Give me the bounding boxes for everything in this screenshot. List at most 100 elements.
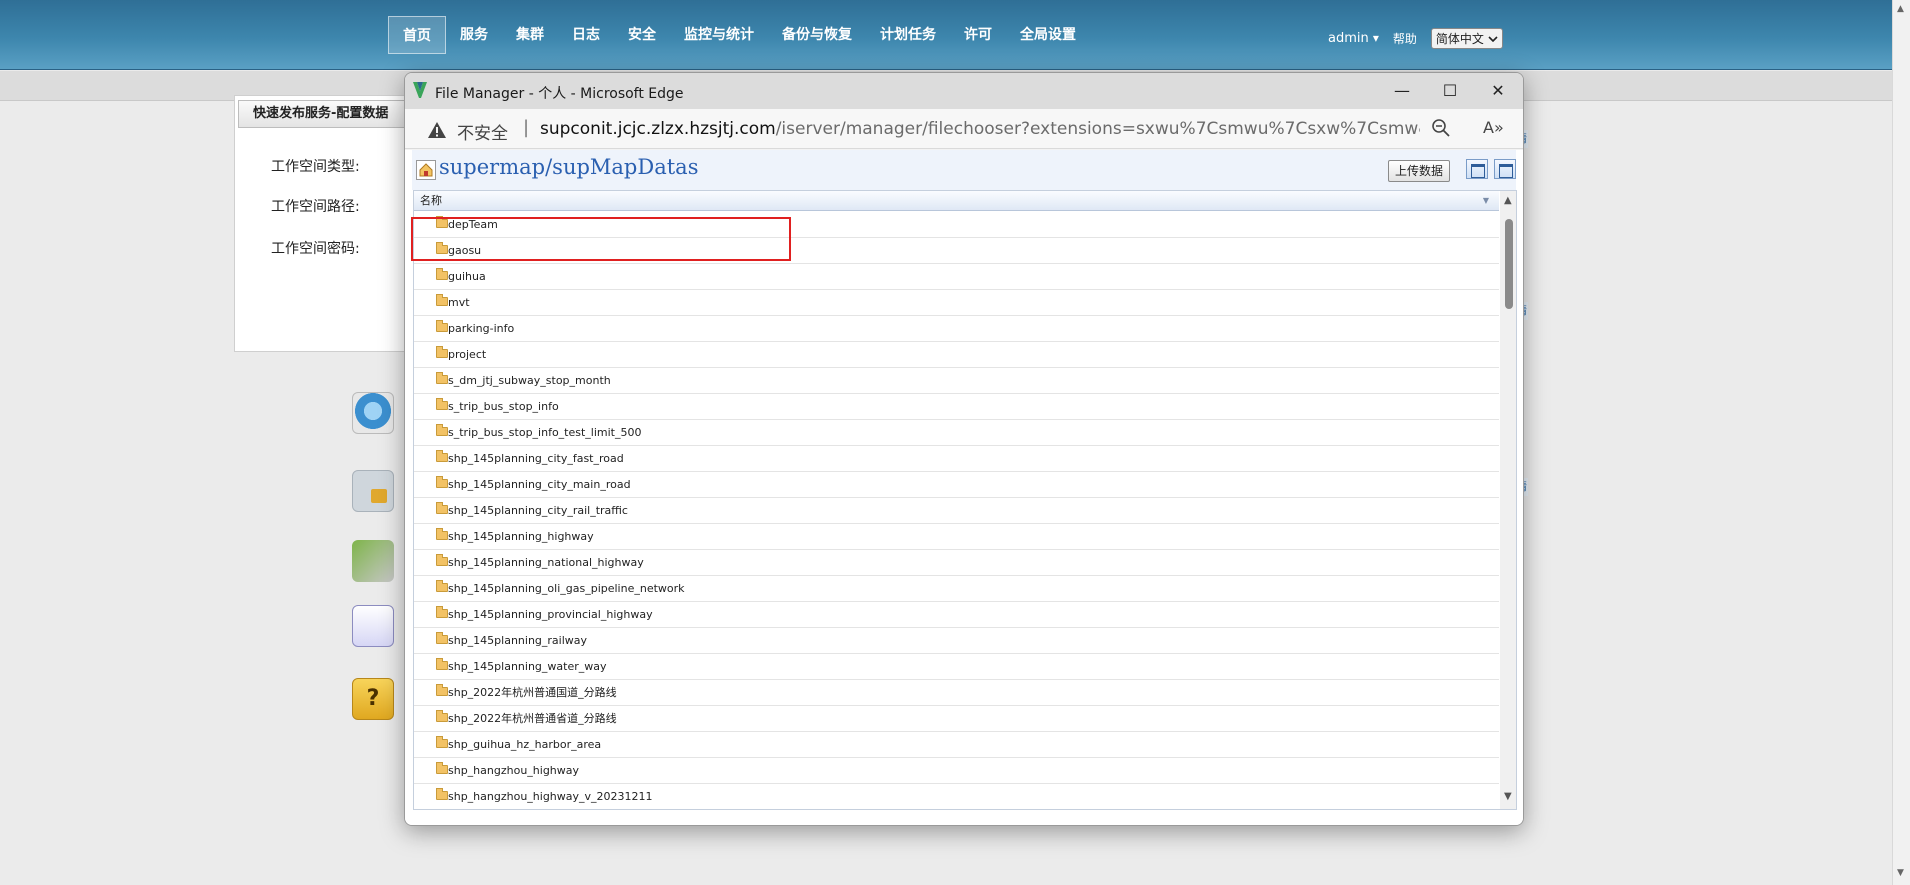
scroll-down-icon[interactable]: ▼	[1897, 868, 1904, 878]
url-path: /iserver/manager/filechooser?extensions=…	[775, 119, 1420, 139]
list-scrollbar[interactable]: ▲ ▼	[1500, 191, 1516, 809]
nav-item[interactable]: 全局设置	[1006, 16, 1090, 54]
file-name: shp_2022年杭州普通国道_分路线	[448, 686, 617, 699]
file-row[interactable]: shp_guihua_hz_harbor_area	[414, 732, 1499, 758]
file-row[interactable]: shp_145planning_city_main_road	[414, 472, 1499, 498]
help-link[interactable]: 帮助	[1393, 30, 1417, 47]
username: admin	[1328, 31, 1369, 46]
tools-icon[interactable]	[352, 540, 394, 582]
top-navigation: 首页 服务 集群 日志 安全 监控与统计 备份与恢复 计划任务 许可 全局设置 admin ▾ 帮…	[0, 0, 1892, 70]
file-row[interactable]: mvt	[414, 290, 1499, 316]
main-menu: 首页 服务 集群 日志 安全 监控与统计 备份与恢复 计划任务 许可 全局设置	[388, 16, 1090, 54]
folder-icon	[436, 450, 448, 462]
folder-icon	[436, 710, 448, 722]
file-row[interactable]: shp_145planning_railway	[414, 628, 1499, 654]
file-row[interactable]: s_trip_bus_stop_info	[414, 394, 1499, 420]
file-row[interactable]: parking-info	[414, 316, 1499, 342]
file-row[interactable]: shp_hangzhou_highway	[414, 758, 1499, 784]
file-row[interactable]: project	[414, 342, 1499, 368]
home-icon[interactable]	[416, 160, 436, 180]
globe-icon[interactable]	[352, 392, 394, 434]
nav-item[interactable]: 备份与恢复	[768, 16, 866, 54]
file-row[interactable]: shp_2022年杭州普通国道_分路线	[414, 680, 1499, 706]
nav-item[interactable]: 服务	[446, 16, 502, 54]
insecure-label[interactable]: 不安全	[457, 119, 508, 144]
folder-icon	[436, 528, 448, 540]
scroll-up-icon[interactable]: ▲	[1504, 195, 1512, 206]
page-scrollbar[interactable]: ▲ ▼	[1892, 0, 1910, 885]
file-row[interactable]: shp_145planning_provincial_highway	[414, 602, 1499, 628]
folder-icon	[436, 580, 448, 592]
file-list: 名称 ▼ depTeam gaosu guihua mvt parking-info pr…	[413, 190, 1517, 810]
folder-icon	[436, 320, 448, 332]
user-area: admin ▾ 帮助 简体中文	[1328, 28, 1503, 49]
path-bar: supermap/supMapDatas 上传数据	[412, 150, 1516, 190]
scroll-down-icon[interactable]: ▼	[1504, 791, 1512, 802]
file-name: shp_145planning_provincial_highway	[448, 608, 653, 621]
minimize-button[interactable]: —	[1380, 77, 1424, 105]
window-title: File Manager - 个人 - Microsoft Edge	[435, 86, 684, 102]
file-manager-window: File Manager - 个人 - Microsoft Edge — ☐ ✕…	[404, 72, 1524, 826]
file-name: shp_guihua_hz_harbor_area	[448, 738, 602, 751]
nav-item[interactable]: 集群	[502, 16, 558, 54]
file-name: shp_145planning_city_fast_road	[448, 452, 624, 465]
folder-icon	[436, 476, 448, 488]
nav-item[interactable]: 计划任务	[866, 16, 950, 54]
folder-icon	[436, 736, 448, 748]
file-row[interactable]: s_trip_bus_stop_info_test_limit_500	[414, 420, 1499, 446]
address-bar: 不安全 | supconit.jcjc.zlzx.hzsjtj.com/iser…	[405, 109, 1523, 149]
folder-icon	[436, 606, 448, 618]
config-panel	[234, 95, 412, 352]
scroll-up-icon[interactable]: ▲	[1897, 4, 1904, 14]
warning-icon[interactable]	[427, 121, 447, 139]
file-name: s_trip_bus_stop_info_test_limit_500	[448, 426, 642, 439]
app-logo-icon	[413, 82, 427, 98]
file-row[interactable]: shp_145planning_national_highway	[414, 550, 1499, 576]
current-path[interactable]: supermap/supMapDatas	[439, 155, 698, 179]
upload-data-button[interactable]: 上传数据	[1388, 160, 1451, 182]
column-header-name[interactable]: 名称 ▼	[414, 191, 1499, 211]
file-name: shp_145planning_national_highway	[448, 556, 644, 569]
language-select[interactable]: 简体中文	[1430, 28, 1503, 49]
file-name: shp_145planning_highway	[448, 530, 594, 543]
file-name: mvt	[448, 296, 470, 309]
file-name: parking-info	[448, 322, 515, 335]
url-field[interactable]: supconit.jcjc.zlzx.hzsjtj.com/iserver/ma…	[540, 119, 1420, 139]
file-name: shp_145planning_oli_gas_pipeline_network	[448, 582, 685, 595]
file-row[interactable]: shp_145planning_oli_gas_pipeline_network	[414, 576, 1499, 602]
chevron-down-icon: ▾	[1372, 31, 1379, 45]
scroll-thumb[interactable]	[1505, 219, 1513, 309]
nav-item[interactable]: 许可	[950, 16, 1006, 54]
sort-down-icon[interactable]: ▼	[1483, 191, 1489, 210]
zoom-out-icon[interactable]	[1431, 118, 1451, 138]
nav-item[interactable]: 首页	[388, 16, 446, 54]
detail-view-icon[interactable]	[1494, 159, 1516, 179]
folder-icon	[436, 788, 448, 800]
document-icon[interactable]	[352, 605, 394, 647]
config-tab[interactable]: 快速发布服务-配置数据	[238, 100, 416, 128]
highlight-box	[411, 217, 791, 261]
file-row[interactable]: s_dm_jtj_subway_stop_month	[414, 368, 1499, 394]
file-row[interactable]: shp_145planning_highway	[414, 524, 1499, 550]
file-row[interactable]: guihua	[414, 264, 1499, 290]
user-menu[interactable]: admin ▾	[1328, 31, 1379, 46]
file-row[interactable]: shp_145planning_water_way	[414, 654, 1499, 680]
folder-icon	[436, 372, 448, 384]
file-row[interactable]: shp_2022年杭州普通省道_分路线	[414, 706, 1499, 732]
maximize-button[interactable]: ☐	[1428, 77, 1472, 105]
nav-item[interactable]: 日志	[558, 16, 614, 54]
workspace-path-label: 工作空间路径:	[271, 199, 360, 215]
close-button[interactable]: ✕	[1476, 77, 1520, 105]
file-row[interactable]: shp_145planning_city_fast_road	[414, 446, 1499, 472]
file-row[interactable]: shp_hangzhou_highway_v_20231211	[414, 784, 1499, 809]
help-folder-icon[interactable]: ?	[352, 678, 394, 720]
list-view-icon[interactable]	[1466, 159, 1488, 179]
nav-item[interactable]: 安全	[614, 16, 670, 54]
lock-icon[interactable]	[352, 470, 394, 512]
nav-item[interactable]: 监控与统计	[670, 16, 768, 54]
file-row[interactable]: shp_145planning_city_rail_traffic	[414, 498, 1499, 524]
folder-icon	[436, 268, 448, 280]
file-name: shp_145planning_city_main_road	[448, 478, 631, 491]
folder-icon	[436, 632, 448, 644]
read-aloud-icon[interactable]: A»	[1483, 118, 1504, 137]
